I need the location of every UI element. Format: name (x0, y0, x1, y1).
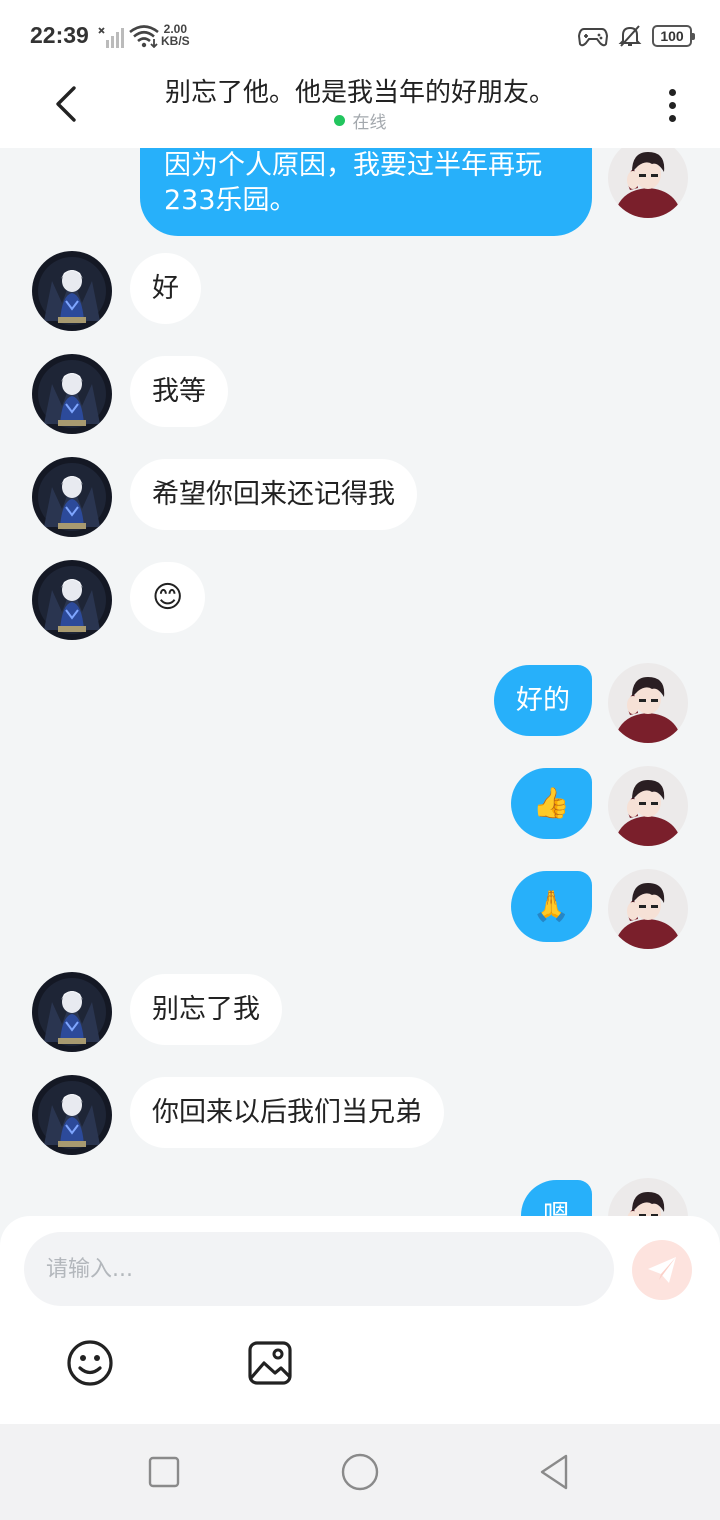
signal-icon (98, 27, 124, 48)
status-right-icons: 100 (578, 22, 695, 50)
image-button[interactable] (245, 1338, 295, 1388)
message-bubble-outgoing[interactable]: 👍 (510, 768, 592, 839)
my-avatar[interactable] (608, 148, 688, 218)
my-avatar[interactable] (608, 663, 688, 743)
circle-icon[interactable] (340, 1452, 380, 1492)
message-bubble-incoming[interactable]: 别忘了我 (130, 974, 282, 1045)
smiley-icon (67, 1340, 113, 1386)
friend-avatar[interactable] (32, 457, 112, 537)
presence-status: 在线 (0, 108, 720, 133)
wifi-icon (129, 25, 159, 48)
composer-panel (0, 1216, 720, 1424)
image-icon (248, 1341, 292, 1385)
my-avatar[interactable] (608, 766, 688, 846)
my-avatar[interactable] (608, 1178, 688, 1216)
send-icon (648, 1257, 676, 1283)
message-bubble-incoming[interactable]: 😊 (130, 562, 206, 633)
message-bubble-outgoing[interactable]: 🙏 (510, 871, 592, 942)
message-bubble-incoming[interactable]: 你回来以后我们当兄弟 (130, 1077, 444, 1148)
message-input[interactable] (24, 1232, 614, 1306)
friend-avatar[interactable] (32, 972, 112, 1052)
game-controller-icon (578, 28, 608, 47)
status-bar: 22:39 2.00 KB/S 100 (0, 0, 720, 72)
friend-avatar[interactable] (32, 1075, 112, 1155)
message-bubble-incoming[interactable]: 好 (130, 253, 201, 324)
friend-avatar[interactable] (32, 560, 112, 640)
status-time: 22:39 (30, 22, 89, 48)
more-vertical-icon (668, 88, 676, 96)
system-nav-bar (0, 1424, 720, 1520)
message-bubble-outgoing[interactable]: 因为个人原因，我要过半年再玩233乐园。 (140, 148, 592, 236)
presence-label: 在线 (352, 113, 387, 133)
network-speed-unit: KB/S (161, 34, 190, 48)
online-dot (333, 115, 345, 126)
chat-header: 别忘了他。他是我当年的好朋友。 在线 (0, 72, 720, 148)
message-bubble-outgoing[interactable]: 嗯 (521, 1180, 592, 1216)
battery-indicator: 100 (652, 25, 695, 47)
battery-level: 100 (660, 28, 684, 44)
my-avatar[interactable] (608, 869, 688, 949)
send-button[interactable] (632, 1240, 692, 1300)
emoji-button[interactable] (65, 1338, 115, 1388)
message-bubble-outgoing[interactable]: 好的 (494, 665, 592, 736)
square-icon[interactable] (144, 1452, 184, 1492)
message-bubble-incoming[interactable]: 希望你回来还记得我 (130, 459, 417, 530)
friend-avatar[interactable] (32, 251, 112, 331)
chat-title: 别忘了他。他是我当年的好朋友。 (164, 78, 555, 108)
friend-avatar[interactable] (32, 354, 112, 434)
more-options-button[interactable] (652, 80, 692, 130)
bell-off-icon (618, 25, 642, 47)
network-speed: 2.00 KB/S (161, 23, 190, 47)
message-bubble-incoming[interactable]: 我等 (130, 356, 228, 427)
triangle-back-icon[interactable] (536, 1452, 576, 1492)
message-list[interactable]: 因为个人原因，我要过半年再玩233乐园。 好 我等 希望你回来还记得我 😊 好的… (0, 148, 720, 1216)
